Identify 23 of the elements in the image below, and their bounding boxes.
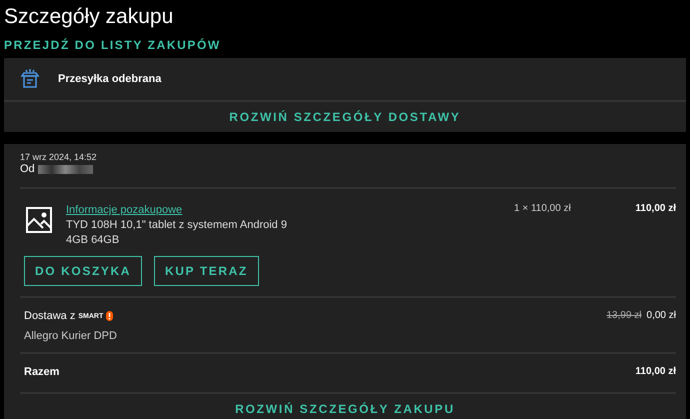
buy-now-button[interactable]: KUP TERAZ <box>154 256 259 286</box>
add-to-cart-button[interactable]: DO KOSZYKA <box>24 256 142 286</box>
redacted-name <box>38 164 93 174</box>
product-name: TYD 108H 10,1" tablet z systemem Android 9 4GB 64GB <box>66 218 288 248</box>
image-icon <box>26 207 52 233</box>
delivery-method: Allegro Kurier DPD <box>24 330 117 342</box>
shipment-status: Przesyłka odebrana <box>58 73 162 85</box>
item-total: 110,00 zł <box>635 203 676 214</box>
old-price: 13,99 zł <box>606 310 642 323</box>
back-link[interactable]: PRZEJDŹ DO LISTY ZAKUPÓW <box>4 38 221 52</box>
quantity-price: 1 × 110,00 zł <box>514 203 571 214</box>
after-sale-info-link[interactable]: Informacje pozakupowe <box>66 204 182 216</box>
delivery-price: 0,00 zł <box>646 310 676 323</box>
exclamation-icon <box>106 311 114 321</box>
sum-label: Razem <box>24 366 60 378</box>
page-title: Szczegóły zakupu <box>3 4 174 30</box>
delivery-label: Dostawa z <box>24 310 76 322</box>
purchase-date: 17 wrz 2024, 14:52 <box>20 152 98 162</box>
expand-purchase-link[interactable]: ROZWIŃ SZCZEGÓŁY ZAKUPU <box>4 394 686 419</box>
seller-label: Od <box>20 163 35 175</box>
package-icon <box>20 69 40 89</box>
expand-delivery-link[interactable]: ROZWIŃ SZCZEGÓŁY DOSTAWY <box>4 102 686 132</box>
sum-value: 110,00 zł <box>635 366 676 378</box>
